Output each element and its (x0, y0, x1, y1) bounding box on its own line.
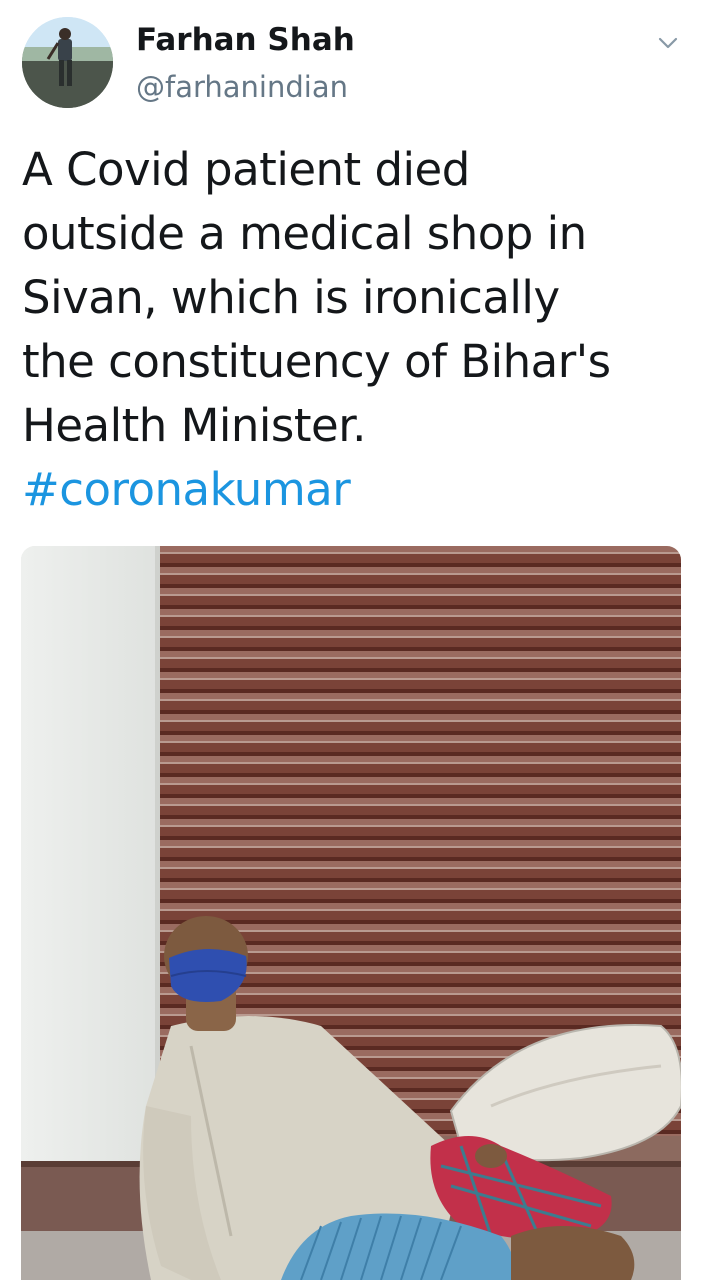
author-avatar[interactable] (22, 17, 113, 108)
chevron-down-icon[interactable] (655, 30, 681, 56)
tweet-text: A Covid patient died outside a medical s… (22, 138, 682, 458)
tweet-card: Farhan Shah @farhanindian A Covid patien… (0, 0, 701, 1280)
tweet-text-line: Health Minister. (22, 399, 366, 452)
photo-attachment-icon (21, 546, 681, 1280)
avatar-photo-icon (22, 17, 113, 108)
tweet-text-line: outside a medical shop in (22, 207, 587, 260)
author-handle[interactable]: @farhanindian (136, 70, 348, 104)
hashtag-link[interactable]: #coronakumar (22, 458, 351, 522)
tweet-photo[interactable] (21, 546, 681, 1280)
tweet-text-line: A Covid patient died (22, 143, 470, 196)
tweet-text-line: Sivan, which is ironically (22, 271, 560, 324)
tweet-text-line: the constituency of Bihar's (22, 335, 611, 388)
author-display-name[interactable]: Farhan Shah (136, 22, 355, 58)
